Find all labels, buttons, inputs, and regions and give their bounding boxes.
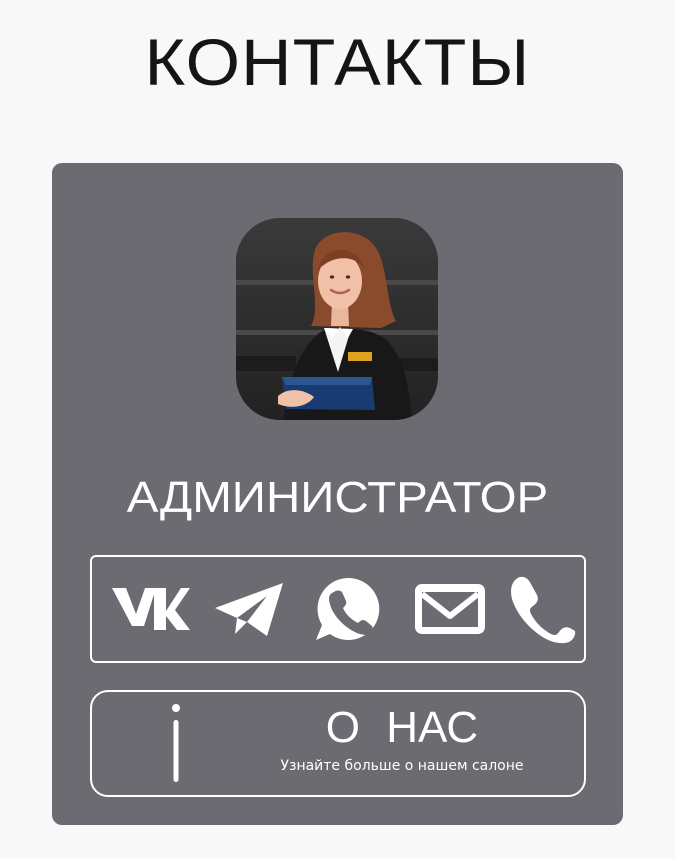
contact-links-box: [90, 555, 586, 663]
telegram-icon: [215, 583, 283, 636]
mail-icon: [415, 584, 485, 634]
telegram-link[interactable]: [210, 571, 288, 647]
about-us-title: О НАС: [325, 703, 479, 752]
administrator-photo: [236, 218, 438, 420]
about-us-button[interactable]: О НАС Узнайте больше о нашем салоне: [90, 690, 586, 797]
about-us-subtitle: Узнайте больше о нашем салоне: [280, 758, 524, 774]
info-icon: [172, 704, 180, 782]
contact-card: АДМИНИСТРАТОР О НАС Узнайте больше о наш…: [52, 163, 623, 825]
vk-icon: [112, 588, 190, 630]
phone-link[interactable]: [506, 571, 576, 647]
page-title: КОНТАКТЫ: [144, 25, 531, 99]
whatsapp-icon: [316, 577, 380, 640]
phone-icon: [511, 576, 576, 644]
whatsapp-link[interactable]: [312, 571, 382, 647]
role-title: АДМИНИСТРАТОР: [126, 473, 549, 522]
mail-link[interactable]: [412, 571, 488, 647]
vk-link[interactable]: [106, 571, 190, 647]
